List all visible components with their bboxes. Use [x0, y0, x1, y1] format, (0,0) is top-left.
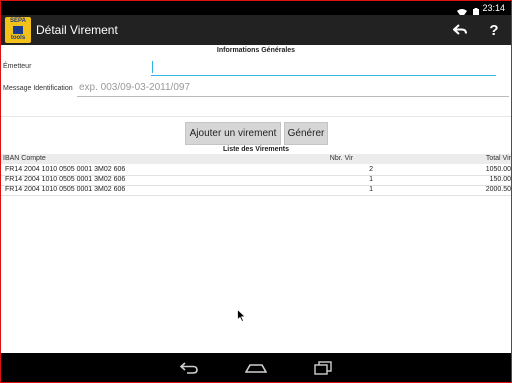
row-count: 1 [369, 176, 373, 183]
nav-home-button[interactable] [236, 353, 276, 382]
table-header: IBAN Compte Nbr. Vir Total Vir [1, 154, 511, 164]
row-iban: FR14 2004 1010 0505 0001 3M02 606 [5, 166, 126, 173]
column-header-count: Nbr. Vir [329, 155, 353, 162]
divider [1, 116, 511, 117]
row-iban: FR14 2004 1010 0505 0001 3M02 606 [5, 186, 126, 193]
row-count: 1 [369, 186, 373, 193]
mouse-pointer-icon [237, 307, 246, 326]
column-header-total: Total Vir [485, 155, 511, 162]
message-identification-placeholder: exp. 003/09-03-2011/097 [79, 82, 191, 93]
message-identification-label: Message Identification [3, 85, 73, 92]
row-total: 1050.00 [485, 166, 511, 173]
recents-icon [314, 360, 332, 375]
logo-text-bottom: tools [10, 35, 26, 41]
row-count: 2 [369, 166, 373, 173]
message-identification-field[interactable]: exp. 003/09-03-2011/097 [77, 80, 509, 97]
undo-arrow-icon [453, 24, 467, 35]
row-iban: FR14 2004 1010 0505 0001 3M02 606 [5, 176, 126, 183]
status-time: 23:14 [482, 3, 505, 13]
text-cursor [152, 61, 153, 73]
column-header-iban: IBAN Compte [3, 155, 46, 162]
table-row[interactable]: FR14 2004 1010 0505 0001 3M02 606 1 2000… [1, 185, 511, 196]
nav-back-button[interactable] [169, 353, 209, 382]
emetteur-field[interactable] [151, 59, 496, 76]
help-button[interactable]: ? [479, 15, 509, 45]
action-bar: SEPA tools Détail Virement ? [1, 15, 511, 45]
row-total: 150.00 [489, 176, 511, 183]
add-transfer-button[interactable]: Ajouter un virement [185, 122, 281, 145]
back-arrow-icon [179, 361, 198, 374]
logo-text-top: SEPA [10, 18, 26, 24]
section-title: Informations Générales [216, 47, 296, 54]
app-window: 23:14 SEPA tools Détail Virement ? Infor… [0, 0, 512, 383]
generate-button[interactable]: Générer [284, 122, 328, 145]
logo-mark [13, 26, 23, 34]
list-title: Liste des Virements [222, 146, 289, 153]
row-total: 2000.50 [485, 186, 511, 193]
emetteur-label: Émetteur [3, 63, 32, 70]
home-icon [245, 363, 267, 373]
status-bar: 23:14 [1, 1, 511, 18]
navigation-bar [1, 353, 511, 382]
question-mark-icon: ? [489, 21, 499, 39]
app-logo: SEPA tools [5, 17, 31, 43]
back-button[interactable] [445, 15, 475, 45]
page-title: Détail Virement [36, 23, 118, 37]
nav-recents-button[interactable] [303, 353, 343, 382]
